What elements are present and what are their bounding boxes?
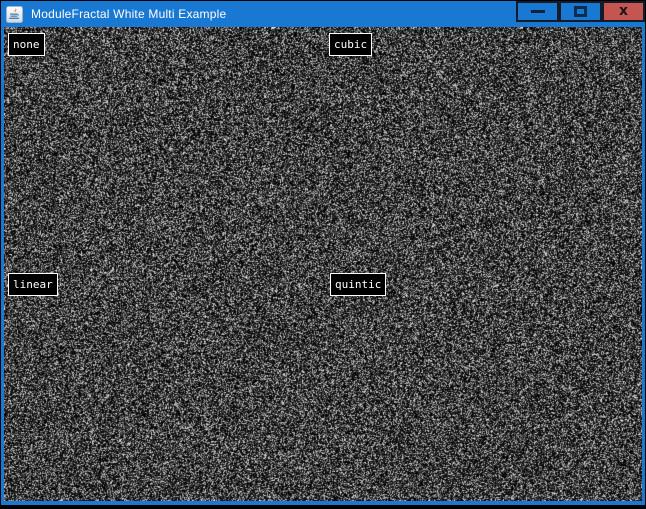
maximize-button[interactable] (559, 1, 602, 22)
noise-render-area: none cubic linear quintic (4, 27, 642, 501)
java-coffee-cup-icon (6, 6, 23, 23)
window-frame: ModuleFractal White Multi Example x none… (1, 1, 645, 505)
noise-canvas (4, 27, 642, 501)
window-title: ModuleFractal White Multi Example (31, 7, 226, 21)
window-controls: x (516, 1, 645, 26)
maximize-icon (574, 6, 587, 17)
region-label-none: none (8, 33, 45, 56)
app-window: ModuleFractal White Multi Example x none… (0, 0, 646, 509)
titlebar[interactable]: ModuleFractal White Multi Example x (1, 1, 645, 27)
region-label-linear: linear (8, 273, 58, 296)
minimize-icon (531, 10, 545, 13)
minimize-button[interactable] (516, 1, 559, 22)
close-icon: x (619, 4, 628, 18)
close-button[interactable]: x (602, 1, 645, 22)
region-label-cubic: cubic (329, 33, 372, 56)
region-label-quintic: quintic (330, 273, 386, 296)
